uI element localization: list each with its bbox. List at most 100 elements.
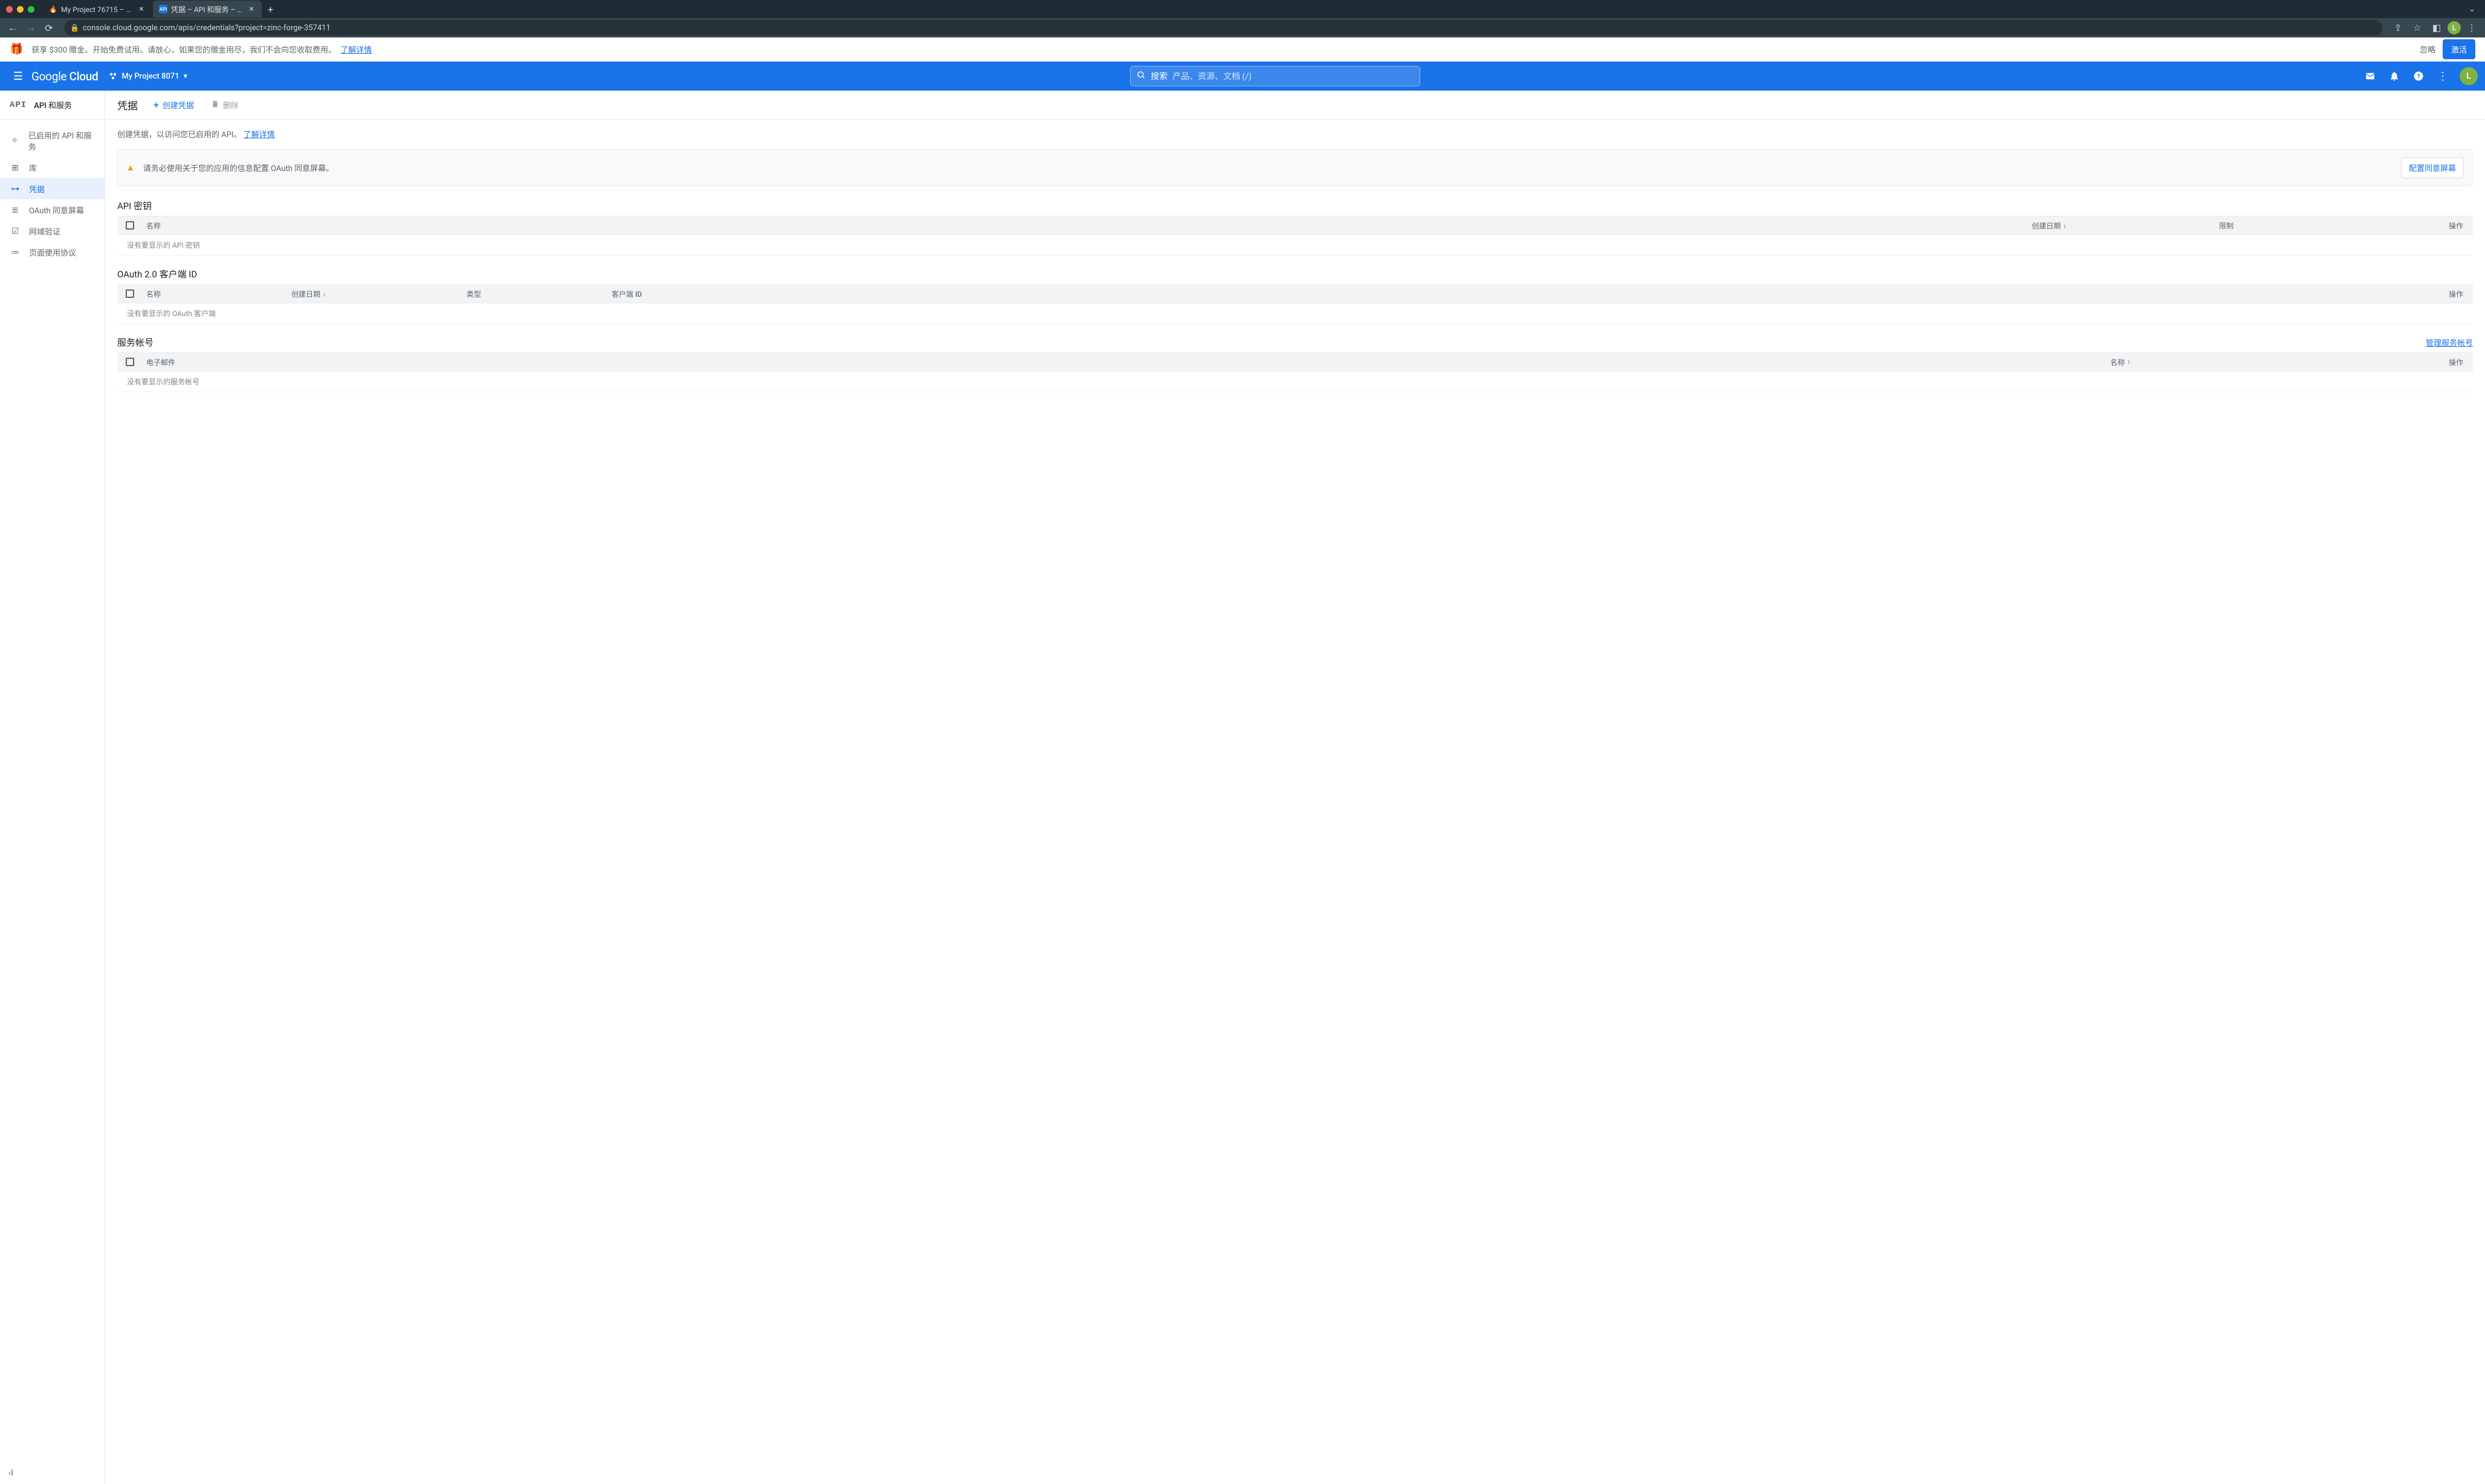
tab-overflow-icon[interactable]: ⌄ [2465,5,2479,14]
browser-tab-1[interactable]: API 凭据 – API 和服务 – My Project… × [153,1,262,18]
table-empty-row: 没有要显示的服务帐号 [117,372,2473,392]
diamond-icon: ✧ [10,136,20,146]
profile-avatar[interactable]: L [2448,21,2461,34]
col-name[interactable]: 名称 [140,289,285,299]
browser-menu-icon[interactable]: ⋮ [2463,19,2480,36]
search-input[interactable]: 搜索 产品、资源、文档 (/) [1130,66,1420,86]
col-client-id[interactable]: 客户端 ID [606,289,720,299]
bookmark-icon[interactable]: ☆ [2409,19,2426,36]
sidebar-title[interactable]: API API 和服务 [0,91,105,120]
col-actions: 操作 [2443,289,2473,299]
col-name[interactable]: 名称 [140,221,2026,231]
section-title-service: 服务帐号 [117,336,153,349]
window-maximize[interactable] [28,6,34,13]
manage-service-accounts-link[interactable]: 管理服务帐号 [2426,337,2473,348]
api-logo-icon: API [10,100,27,110]
sidebar-item-label: 页面使用协议 [29,247,76,258]
create-credential-button[interactable]: + 创建凭据 [152,97,195,113]
col-email[interactable]: 电子邮件 [140,357,2104,367]
search-hint: 产品、资源、文档 (/) [1172,70,1252,82]
col-restrictions[interactable]: 限制 [2213,221,2443,231]
sidebar-title-text: API 和服务 [34,99,72,111]
window-minimize[interactable] [17,6,24,13]
url-text: console.cloud.google.com/apis/credential… [83,24,331,33]
lock-icon: 🔒 [70,24,79,32]
tab-close-icon[interactable]: × [247,5,256,13]
select-all-checkbox[interactable] [126,289,134,298]
gift-icon: 🎁 [10,43,23,56]
grid-icon: ⊞ [10,163,21,173]
activate-button[interactable]: 激活 [2443,39,2475,59]
sidebar: API API 和服务 ✧ 已启用的 API 和服务 ⊞ 库 ⊶ 凭据 ≣ OA… [0,91,105,1484]
more-icon[interactable]: ⋮ [2432,65,2454,87]
dismiss-button[interactable]: 忽略 [2420,44,2435,55]
collapse-sidebar-button[interactable]: ‹I [0,1462,105,1484]
gcp-header: ☰ Google Cloud My Project 8071 ▾ 搜索 产品、资… [0,62,2485,91]
select-all-checkbox[interactable] [126,221,134,230]
sidebar-item-credentials[interactable]: ⊶ 凭据 [0,178,105,199]
delete-button[interactable]: 删除 [210,97,240,113]
plus-icon: + [153,99,159,111]
help-icon[interactable]: ? [2408,65,2429,87]
new-tab-button[interactable]: + [263,1,278,18]
col-created-date[interactable]: 创建日期 ↓ [285,289,460,299]
chevron-left-icon: ‹I [8,1468,13,1478]
sort-desc-icon: ↓ [2063,222,2067,230]
user-avatar[interactable]: L [2460,67,2478,85]
browser-toolbar: ← → ⟳ 🔒 console.cloud.google.com/apis/cr… [0,18,2485,37]
share-icon[interactable]: ⇪ [2390,19,2406,36]
table-empty-row: 没有要显示的 OAuth 客户端 [117,303,2473,324]
window-close[interactable] [6,6,13,13]
gcp-logo[interactable]: Google Cloud [31,69,98,83]
sidebar-item-enabled-apis[interactable]: ✧ 已启用的 API 和服务 [0,124,105,157]
sidebar-item-label: 凭据 [29,183,45,195]
warning-message: 请务必使用关于您的应用的信息配置 OAuth 同意屏幕。 [143,162,2393,173]
intro-text: 创建凭据，以访问您已启用的 API。 了解详情 [117,128,2473,140]
learn-more-link[interactable]: 了解详情 [244,131,275,140]
favicon-fire-icon: 🔥 [49,5,57,13]
section-service-accounts: 服务帐号 管理服务帐号 电子邮件 名称 ↑ 操作 没有要显示的服务帐号 [117,336,2473,392]
address-bar[interactable]: 🔒 console.cloud.google.com/apis/credenti… [64,20,2382,36]
search-icon [1137,71,1146,82]
table-empty-row: 没有要显示的 API 密钥 [117,235,2473,256]
col-actions: 操作 [2443,221,2473,231]
project-selector[interactable]: My Project 8071 ▾ [105,69,191,83]
promo-text: 获享 $300 赠金。开始免费试用。请放心，如果您的赠金用尽，我们不会向您收取费… [31,44,2420,55]
col-created-date[interactable]: 创建日期 ↓ [2026,221,2213,231]
nav-reload-button[interactable]: ⟳ [41,20,57,36]
col-name[interactable]: 名称 ↑ [2104,357,2443,367]
select-all-checkbox[interactable] [126,358,134,366]
nav-back-button[interactable]: ← [5,20,21,36]
sidebar-item-library[interactable]: ⊞ 库 [0,157,105,178]
section-title-oauth: OAuth 2.0 客户端 ID [117,268,197,280]
sidebar-item-oauth-consent[interactable]: ≣ OAuth 同意屏幕 [0,199,105,221]
nav-menu-icon[interactable]: ☰ [7,65,29,87]
project-icon [109,72,117,80]
table-header: 名称 创建日期 ↓ 类型 客户端 ID 操作 [117,284,2473,303]
sidebar-item-label: 网域验证 [29,225,60,237]
consent-icon: ≣ [10,205,21,215]
notifications-icon[interactable] [2383,65,2405,87]
col-type[interactable]: 类型 [460,289,606,299]
table-header: 名称 创建日期 ↓ 限制 操作 [117,216,2473,235]
sort-asc-icon: ↑ [2127,358,2131,366]
svg-text:?: ? [2417,74,2420,80]
configure-consent-button[interactable]: 配置同意屏幕 [2401,157,2464,178]
content-header: 凭据 + 创建凭据 删除 [105,91,2485,120]
messages-icon[interactable] [2359,65,2381,87]
section-oauth-clients: OAuth 2.0 客户端 ID 名称 创建日期 ↓ 类型 客户端 ID 操作 … [117,268,2473,324]
tab-title: 凭据 – API 和服务 – My Project… [171,4,244,15]
tab-close-icon[interactable]: × [137,5,146,13]
nav-forward-button[interactable]: → [23,20,39,36]
warning-icon: ▲ [126,163,135,173]
promo-learn-more-link[interactable]: 了解详情 [340,46,372,55]
oauth-warning-banner: ▲ 请务必使用关于您的应用的信息配置 OAuth 同意屏幕。 配置同意屏幕 [117,149,2473,186]
key-icon: ⊶ [10,184,21,194]
sidebar-item-label: OAuth 同意屏幕 [29,204,84,216]
sidebar-item-domain-verify[interactable]: ☑ 网域验证 [0,221,105,242]
browser-tab-0[interactable]: 🔥 My Project 76715 – 项目设置 – … × [43,1,152,18]
table-header: 电子邮件 名称 ↑ 操作 [117,352,2473,372]
project-name: My Project 8071 [121,72,179,81]
panel-icon[interactable]: ◧ [2428,19,2445,36]
sidebar-item-page-usage[interactable]: ≔ 页面使用协议 [0,242,105,263]
